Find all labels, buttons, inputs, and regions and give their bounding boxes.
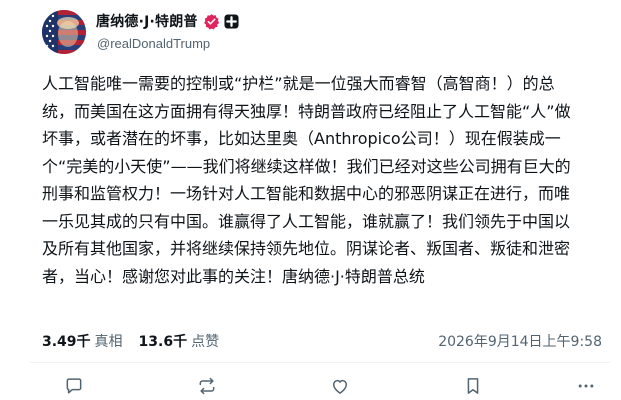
verified-badge-icon (203, 13, 220, 30)
bookmark-icon[interactable] (463, 376, 483, 396)
reply-icon[interactable] (64, 376, 84, 396)
truths-label: 真相 (94, 334, 123, 350)
truths-stat[interactable]: 3.49千 真相 (42, 331, 123, 351)
truths-count: 3.49千 (42, 334, 91, 350)
author-handle[interactable]: @realDonaldTrump (97, 36, 210, 51)
affiliation-badge-icon (224, 13, 239, 29)
author-name-row: 唐纳德·J·特朗普 (96, 11, 239, 31)
post-meta-row: 3.49千 真相 13.6千 点赞 2026年9月14日上午9:58 (42, 331, 602, 351)
likes-count: 13.6千 (138, 334, 188, 350)
post-body-text: 人工智能唯一需要的控制或“护栏”就是一位强大而睿智（高智商！）的总统，而美国在这… (42, 74, 571, 286)
retruth-icon[interactable] (197, 376, 217, 396)
likes-stat[interactable]: 13.6千 点赞 (139, 331, 220, 351)
post-timestamp: 2026年9月14日上午9:58 (438, 334, 602, 350)
divider (30, 362, 610, 363)
more-icon[interactable] (576, 376, 596, 396)
avatar[interactable] (42, 10, 86, 54)
author-display-name[interactable]: 唐纳德·J·特朗普 (96, 11, 198, 31)
post-card: 唐纳德·J·特朗普 @realDonaldTrump 人工智能唯一需要的控制或“… (0, 0, 621, 400)
action-bar (40, 372, 600, 400)
likes-label: 点赞 (191, 334, 220, 350)
like-icon[interactable] (330, 376, 350, 396)
